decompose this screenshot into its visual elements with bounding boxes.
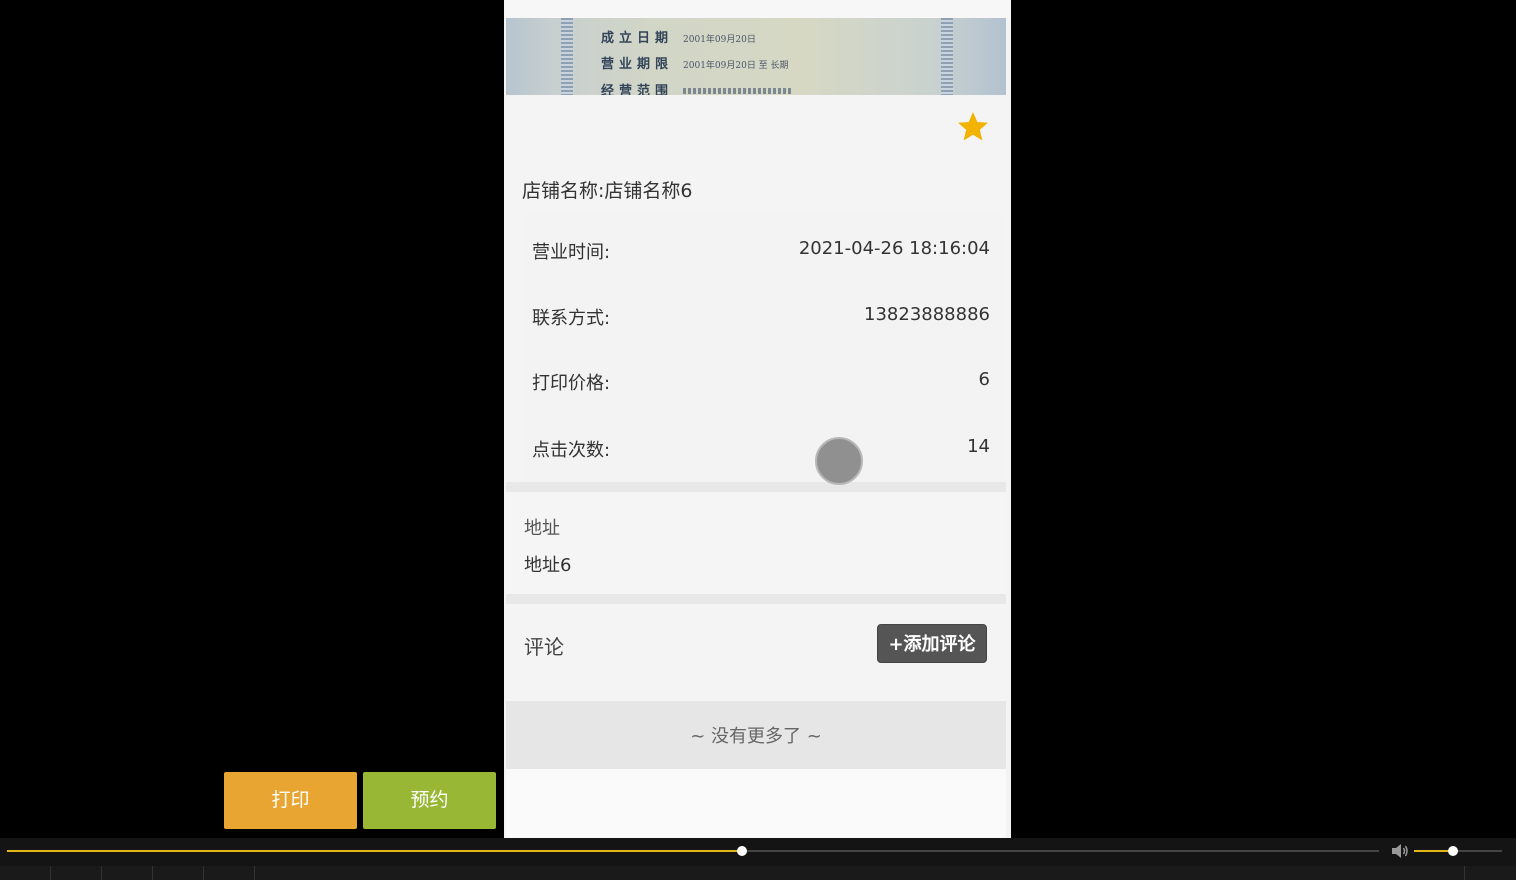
license-key: 经营范围 xyxy=(601,84,674,95)
mobile-page: 成立日期 2001年09月20日 营业期限 2001年09月20日 至 长期 经营范… xyxy=(504,0,1011,838)
bottom-action-bar xyxy=(506,769,1006,838)
touch-cursor-indicator xyxy=(815,437,863,485)
shop-name: 店铺名称:店铺名称6 xyxy=(522,176,693,203)
star-icon[interactable] xyxy=(956,110,990,144)
license-border-right xyxy=(941,18,953,95)
shop-name-value: 店铺名称6 xyxy=(604,180,693,202)
player-control-button[interactable] xyxy=(1464,866,1515,880)
seek-progress xyxy=(7,850,743,852)
license-row: 经营范围 xyxy=(601,80,794,95)
info-row-contact: 联系方式: 13823888886 xyxy=(532,304,990,334)
info-row-price: 打印价格: 6 xyxy=(532,369,990,399)
business-license-image: 成立日期 2001年09月20日 营业期限 2001年09月20日 至 长期 经营范… xyxy=(506,18,1006,95)
section-divider xyxy=(506,594,1006,604)
license-row: 营业期限 2001年09月20日 至 长期 xyxy=(601,53,789,72)
print-button[interactable]: 打印 xyxy=(224,772,357,829)
book-button[interactable]: 预约 xyxy=(363,772,496,829)
player-control-button[interactable] xyxy=(203,866,254,880)
volume-handle[interactable] xyxy=(1447,846,1458,856)
add-comment-button[interactable]: +添加评论 xyxy=(877,624,987,663)
info-row-clicks: 点击次数: 14 xyxy=(532,436,990,466)
info-label: 打印价格: xyxy=(532,373,611,394)
info-value: 14 xyxy=(967,436,990,457)
section-divider xyxy=(506,482,1006,492)
player-control-button[interactable] xyxy=(152,866,203,880)
license-value: 2001年09月20日 xyxy=(683,35,756,45)
no-more-text: ~ 没有更多了 ~ xyxy=(506,701,1006,769)
player-control-divider xyxy=(254,866,256,880)
license-key: 成立日期 xyxy=(601,31,674,46)
player-control-button[interactable] xyxy=(50,866,101,880)
info-label: 营业时间: xyxy=(532,242,611,263)
info-label: 点击次数: xyxy=(532,440,611,461)
info-row-hours: 营业时间: 2021-04-26 18:16:04 xyxy=(532,238,990,268)
address-section xyxy=(506,492,1006,594)
info-value: 6 xyxy=(978,369,990,390)
license-border-left xyxy=(561,18,573,95)
speaker-icon[interactable] xyxy=(1391,843,1409,859)
info-value: 13823888886 xyxy=(864,304,990,325)
info-label: 联系方式: xyxy=(532,308,611,329)
address-value: 地址6 xyxy=(524,555,572,576)
license-row: 成立日期 2001年09月20日 xyxy=(601,27,756,46)
info-value: 2021-04-26 18:16:04 xyxy=(798,238,990,259)
license-value: 2001年09月20日 至 长期 xyxy=(683,61,789,71)
license-key: 营业期限 xyxy=(601,57,674,72)
shop-name-label: 店铺名称: xyxy=(522,180,605,202)
address-label: 地址 xyxy=(524,518,560,539)
top-strip xyxy=(504,0,1011,18)
license-scope-text xyxy=(683,87,794,94)
shop-info-list: 营业时间: 2021-04-26 18:16:04 联系方式: 13823888… xyxy=(522,214,1006,482)
player-control-button[interactable] xyxy=(101,866,152,880)
volume-level xyxy=(1414,850,1453,852)
comments-title: 评论 xyxy=(524,635,564,659)
